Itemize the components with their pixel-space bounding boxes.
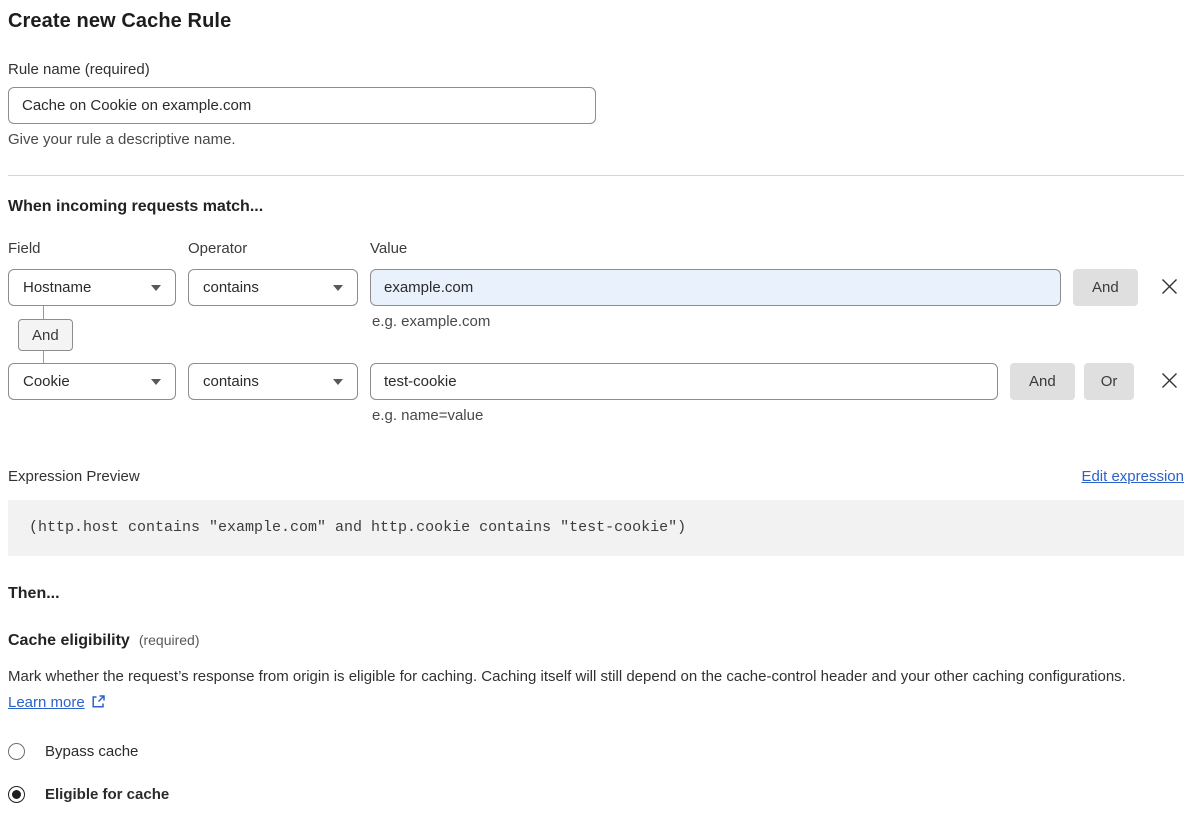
operator-select-value: contains — [203, 279, 259, 296]
radio-option-eligible-for-cache[interactable]: Eligible for cache — [8, 786, 1184, 803]
chevron-down-icon — [151, 379, 161, 385]
operator-select-value: contains — [203, 373, 259, 390]
value-column-label: Value — [370, 240, 407, 257]
cache-eligibility-heading-row: Cache eligibility (required) — [8, 632, 1184, 650]
section-divider — [8, 175, 1184, 176]
operator-column-label: Operator — [188, 240, 370, 257]
cache-eligibility-heading: Cache eligibility — [8, 632, 130, 650]
rule-name-help: Give your rule a descriptive name. — [8, 131, 1184, 149]
condition-connector-area: And e.g. example.com — [8, 306, 1184, 363]
field-select-value: Cookie — [23, 373, 70, 390]
condition-row-1: Hostname contains And — [8, 269, 1184, 306]
value-input[interactable] — [370, 363, 998, 400]
connector-and-button[interactable]: And — [18, 319, 73, 351]
radio-icon — [8, 786, 25, 803]
remove-condition-button[interactable] — [1158, 277, 1180, 299]
cache-eligibility-options: Bypass cache Eligible for cache — [8, 743, 1184, 803]
radio-option-bypass-cache[interactable]: Bypass cache — [8, 743, 1184, 760]
field-column-label: Field — [8, 240, 188, 257]
remove-condition-button[interactable] — [1158, 371, 1180, 393]
field-select-value: Hostname — [23, 279, 91, 296]
and-button[interactable]: And — [1073, 269, 1138, 306]
page-title: Create new Cache Rule — [8, 8, 1184, 34]
expression-preview-header: Expression Preview Edit expression — [8, 468, 1184, 485]
value-input[interactable] — [370, 269, 1061, 306]
expression-code: (http.host contains "example.com" and ht… — [8, 500, 1184, 556]
chevron-down-icon — [333, 379, 343, 385]
cache-eligibility-description: Mark whether the request’s response from… — [8, 664, 1168, 718]
and-button[interactable]: And — [1010, 363, 1075, 400]
value-hint: e.g. name=value — [372, 407, 1184, 425]
then-heading: Then... — [8, 584, 1184, 604]
radio-icon — [8, 743, 25, 760]
condition-column-labels: Field Operator Value — [8, 240, 1184, 257]
operator-select[interactable]: contains — [188, 363, 358, 400]
description-text: Mark whether the request’s response from… — [8, 668, 1126, 685]
field-select[interactable]: Cookie — [8, 363, 176, 400]
rule-name-label: Rule name (required) — [8, 61, 1184, 79]
field-select[interactable]: Hostname — [8, 269, 176, 306]
external-link-icon — [91, 696, 106, 713]
condition-row-2: Cookie contains And Or — [8, 363, 1184, 400]
expression-preview-label: Expression Preview — [8, 468, 140, 485]
radio-label: Eligible for cache — [45, 786, 169, 803]
learn-more-link[interactable]: Learn more — [8, 694, 85, 711]
operator-select[interactable]: contains — [188, 269, 358, 306]
or-button[interactable]: Or — [1084, 363, 1135, 400]
chevron-down-icon — [151, 285, 161, 291]
rule-name-input[interactable] — [8, 87, 596, 124]
edit-expression-link[interactable]: Edit expression — [1081, 468, 1184, 485]
close-icon — [1160, 277, 1179, 299]
required-note: (required) — [139, 632, 200, 648]
match-heading: When incoming requests match... — [8, 197, 1184, 217]
close-icon — [1160, 371, 1179, 393]
value-hint: e.g. example.com — [372, 313, 490, 331]
chevron-down-icon — [333, 285, 343, 291]
radio-label: Bypass cache — [45, 743, 138, 760]
create-cache-rule-form: Create new Cache Rule Rule name (require… — [0, 0, 1200, 833]
